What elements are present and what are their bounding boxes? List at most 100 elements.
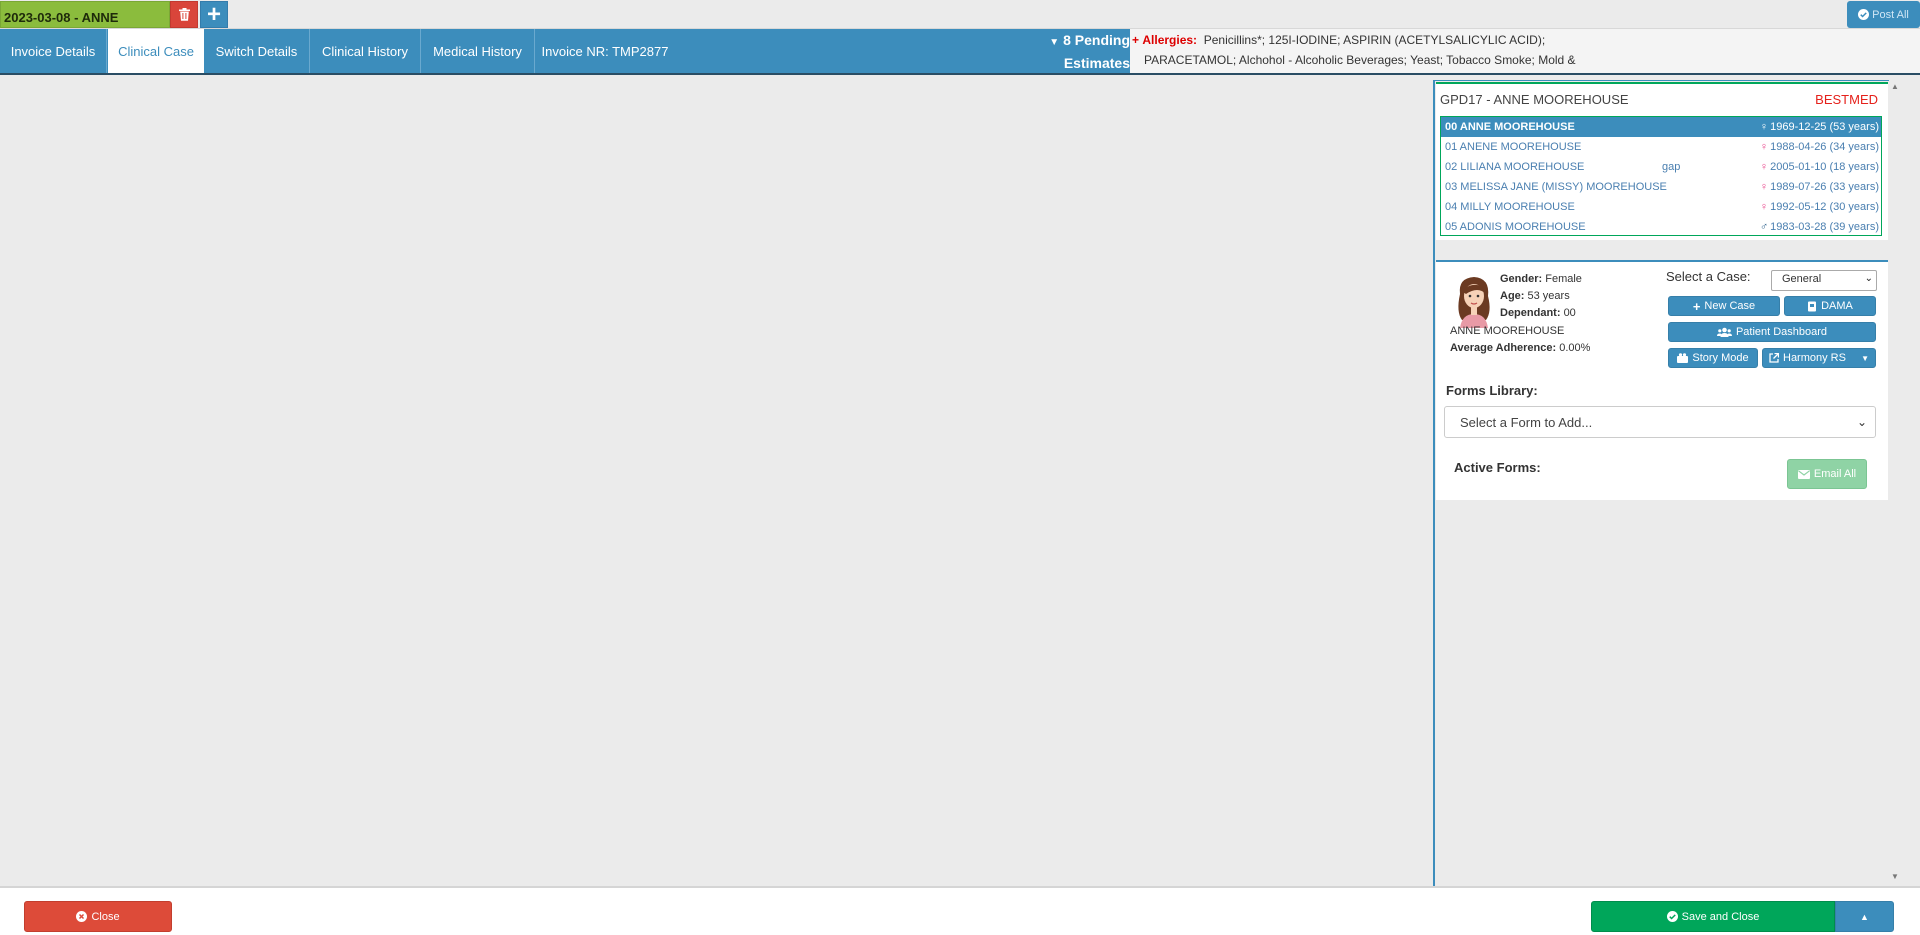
family-member-row[interactable]: 01 ANENE MOOREHOUSE ♀ 1988-04-26 (34 year…	[1441, 137, 1881, 157]
encounter-tab[interactable]: 2023-03-08 - ANNE	[0, 1, 170, 28]
book-icon	[1808, 301, 1817, 311]
dependant-label: Dependant:	[1500, 307, 1561, 319]
family-member-row[interactable]: 04 MILLY MOOREHOUSE ♀ 1992-05-12 (30 year…	[1441, 197, 1881, 217]
member-dob: 1992-05-12 (30 years)	[1770, 201, 1879, 213]
adherence-value: 0.00%	[1559, 342, 1591, 354]
pending-line1: 8 Pending	[1063, 32, 1130, 48]
pending-line2: Estimates	[1063, 55, 1130, 71]
dama-button[interactable]: DAMA	[1784, 296, 1876, 316]
form-select-placeholder: Select a Form to Add...	[1460, 415, 1593, 430]
footer-bar: Close Save and Close ▲	[0, 886, 1920, 935]
post-all-label: Post All	[1872, 8, 1909, 21]
case-select[interactable]: General ⌄	[1771, 270, 1877, 291]
dependant-value: 00	[1563, 307, 1576, 319]
family-member-row[interactable]: 00 ANNE MOOREHOUSE ♀ 1969-12-25 (53 years…	[1441, 117, 1881, 137]
family-card: GPD17 - ANNE MOOREHOUSE BESTMED 00 ANNE …	[1436, 82, 1888, 240]
tab-switch-details[interactable]: Switch Details	[204, 29, 310, 73]
scroll-down-arrow[interactable]: ▼	[1889, 872, 1901, 882]
tab-medical-history[interactable]: Medical History	[421, 29, 535, 73]
patient-name: ANNE MOOREHOUSE	[1450, 325, 1565, 337]
story-mode-button[interactable]: Story Mode	[1668, 348, 1758, 368]
check-circle-icon	[1666, 911, 1678, 922]
plus-icon: +	[206, 0, 221, 28]
tab-invoice-details[interactable]: Invoice Details	[0, 29, 107, 73]
harmony-rs-label: Harmony RS	[1783, 352, 1846, 364]
female-icon: ♀	[1759, 201, 1769, 213]
adherence: Average Adherence: 0.00%	[1450, 342, 1590, 354]
family-member-row[interactable]: 05 ADONIS MOOREHOUSE ♂ 1983-03-28 (39 yea…	[1441, 217, 1881, 237]
delete-encounter-button[interactable]	[170, 1, 198, 28]
patient-info: Gender: Female Age: 53 years Dependant: …	[1500, 271, 1582, 322]
add-encounter-button[interactable]: +	[200, 1, 228, 28]
encounter-strip: 2023-03-08 - ANNE + Post All	[0, 0, 1920, 29]
member-dob: 1983-03-28 (39 years)	[1770, 221, 1879, 233]
member-note: gap	[1662, 161, 1681, 173]
external-link-icon	[1769, 353, 1779, 363]
member-name: 00 ANNE MOOREHOUSE	[1445, 121, 1575, 133]
member-name: 01 ANENE MOOREHOUSE	[1445, 141, 1582, 153]
save-options-toggle[interactable]: ▲	[1835, 901, 1894, 932]
family-title: GPD17 - ANNE MOOREHOUSE	[1440, 92, 1629, 107]
female-icon: ♀	[1759, 121, 1769, 133]
gender-label: Gender:	[1500, 273, 1543, 285]
trash-icon	[178, 8, 190, 21]
allergies-banner: + Allergies: Penicillins*; 125I-IODINE; …	[1130, 29, 1920, 73]
invoice-number: Invoice NR: TMP2877	[541, 43, 669, 59]
post-all-button[interactable]: Post All	[1847, 1, 1920, 28]
patient-avatar	[1458, 277, 1490, 328]
tab-clinical-case[interactable]: Clinical Case	[108, 29, 204, 73]
active-forms-label: Active Forms:	[1454, 460, 1541, 475]
member-dob: 1969-12-25 (53 years)	[1770, 121, 1879, 133]
forms-library-label: Forms Library:	[1446, 383, 1538, 398]
case-select-value: General	[1782, 273, 1822, 285]
member-dob: 1989-07-26 (33 years)	[1770, 181, 1879, 193]
allergies-line1: Penicillins*; 125I-IODINE; ASPIRIN (ACET…	[1203, 33, 1546, 47]
family-member-row[interactable]: 03 MELISSA JANE (MISSY) MOOREHOUSE ♀ 1989…	[1441, 177, 1881, 197]
envelope-icon	[1797, 469, 1810, 479]
form-select[interactable]: Select a Form to Add... ⌄	[1444, 406, 1876, 438]
adherence-label: Average Adherence:	[1450, 342, 1557, 354]
member-name: 05 ADONIS MOOREHOUSE	[1445, 221, 1586, 233]
member-name: 02 LILIANA MOOREHOUSE	[1445, 161, 1585, 173]
tab-clinical-history[interactable]: Clinical History	[310, 29, 421, 73]
gender-value: Female	[1545, 273, 1582, 285]
close-label: Close	[91, 910, 120, 923]
member-dob: 2005-01-10 (18 years)	[1770, 161, 1879, 173]
caret-down-icon[interactable]: ▼	[1861, 354, 1869, 363]
close-button[interactable]: Close	[24, 901, 172, 932]
caret-down-icon: ▼	[1049, 37, 1060, 48]
main-nav: Invoice Details Clinical Case Switch Det…	[0, 29, 1920, 75]
pending-estimates-toggle[interactable]: ▼ 8 Pending Estimates	[1010, 29, 1130, 73]
female-icon: ♀	[1759, 181, 1769, 193]
new-case-label: New Case	[1704, 300, 1756, 312]
new-case-button[interactable]: + New Case	[1668, 296, 1780, 316]
select-case-label: Select a Case:	[1666, 269, 1751, 284]
chevron-down-icon: ⌄	[1864, 273, 1873, 284]
member-dob: 1988-04-26 (34 years)	[1770, 141, 1879, 153]
story-mode-label: Story Mode	[1692, 352, 1749, 364]
age-label: Age:	[1500, 290, 1525, 302]
save-and-close-button[interactable]: Save and Close	[1591, 901, 1835, 932]
chevron-down-icon: ⌄	[1856, 415, 1867, 429]
member-name: 03 MELISSA JANE (MISSY) MOOREHOUSE	[1445, 181, 1667, 193]
plus-icon: +	[1692, 298, 1701, 314]
close-circle-icon	[76, 911, 88, 922]
expand-allergies-icon[interactable]: +	[1132, 33, 1139, 47]
users-icon	[1716, 327, 1732, 337]
story-icon	[1677, 353, 1689, 363]
male-icon: ♂	[1759, 221, 1769, 233]
allergies-line2: PARACETAMOL; Alchohol - Alcoholic Bevera…	[1144, 53, 1576, 67]
check-circle-icon	[1858, 9, 1870, 20]
female-icon: ♀	[1759, 141, 1769, 153]
patient-dashboard-button[interactable]: Patient Dashboard	[1668, 322, 1876, 342]
email-all-button[interactable]: Email All	[1787, 459, 1867, 489]
email-all-label: Email All	[1813, 468, 1857, 480]
patient-dashboard-label: Patient Dashboard	[1735, 326, 1828, 338]
scroll-up-arrow[interactable]: ▲	[1889, 82, 1901, 92]
harmony-rs-button[interactable]: Harmony RS ▼	[1762, 348, 1876, 368]
save-and-close-label: Save and Close	[1681, 910, 1760, 923]
allergies-label: Allergies:	[1142, 33, 1198, 47]
member-name: 04 MILLY MOOREHOUSE	[1445, 201, 1575, 213]
family-member-row[interactable]: 02 LILIANA MOOREHOUSE gap ♀ 2005-01-10 (1…	[1441, 157, 1881, 177]
female-icon: ♀	[1759, 161, 1769, 173]
